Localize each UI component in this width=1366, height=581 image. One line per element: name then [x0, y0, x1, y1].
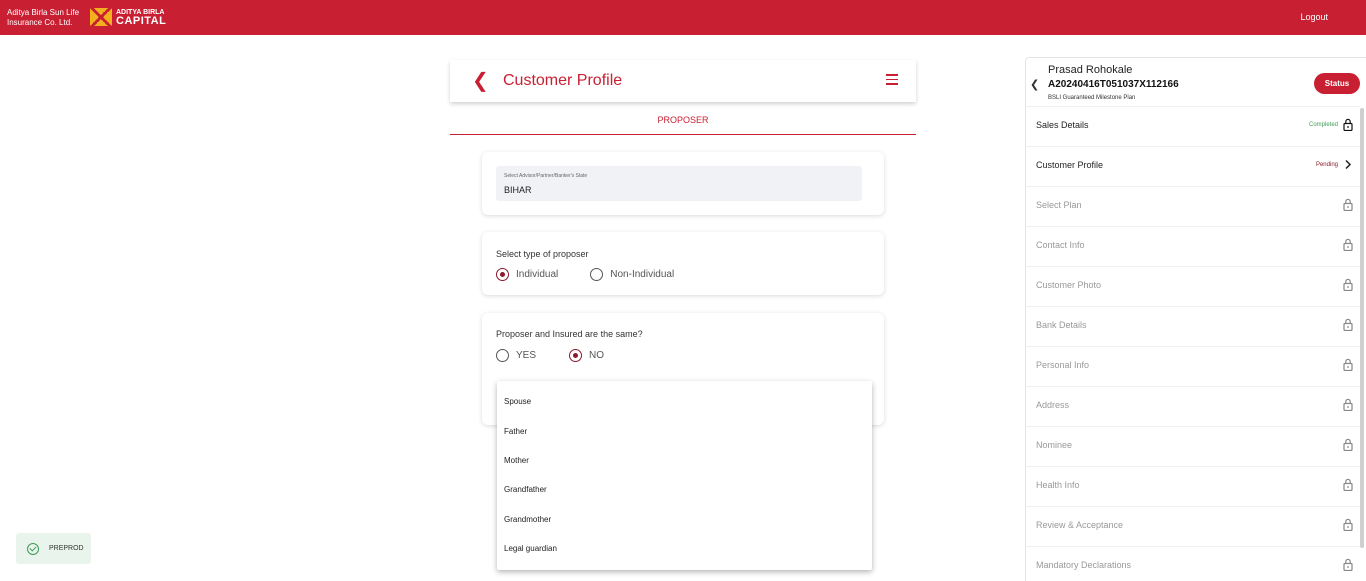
relationship-dropdown: Spouse Father Mother Grandfather Grandmo…: [497, 381, 872, 570]
radio-individual-label: Individual: [516, 269, 559, 280]
step-mandatory-declarations: Mandatory Declarations: [1026, 546, 1360, 581]
state-card: Select Advisor/Partner/Banker's State BI…: [482, 152, 884, 215]
absli-logo: Aditya Birla Sun Life Insurance Co. Ltd.: [7, 8, 87, 28]
aditya-birla-capital-logo: ADITYA BIRLA CAPITAL: [90, 8, 167, 27]
radio-selected-icon: [569, 349, 583, 362]
plan-name: BSLI Guaranteed Milestone Plan: [1048, 95, 1136, 101]
lock-icon: [1343, 118, 1353, 132]
step-bank-details: Bank Details: [1026, 306, 1360, 346]
same-insured-question: Proposer and Insured are the same?: [496, 329, 643, 339]
advisor-state-select[interactable]: Select Advisor/Partner/Banker's State BI…: [496, 166, 862, 201]
step-label: Sales Details: [1036, 120, 1089, 130]
dropdown-option-mother[interactable]: Mother: [504, 456, 529, 465]
dropdown-option-legal-guardian[interactable]: Legal guardian: [504, 544, 557, 553]
step-health-info: Health Info: [1026, 466, 1360, 506]
step-review-acceptance: Review & Acceptance: [1026, 506, 1360, 546]
step-label: Customer Photo: [1036, 280, 1102, 290]
step-label: Address: [1036, 400, 1070, 410]
step-label: Contact Info: [1036, 240, 1085, 250]
proposer-type-question: Select type of proposer: [496, 249, 589, 259]
dropdown-option-grandfather[interactable]: Grandfather: [504, 485, 547, 494]
lock-icon: [1343, 278, 1353, 292]
step-label: Customer Profile: [1036, 160, 1104, 170]
lock-icon: [1343, 398, 1353, 412]
top-bar: Aditya Birla Sun Life Insurance Co. Ltd.…: [0, 0, 1366, 35]
step-personal-info: Personal Info: [1026, 346, 1360, 386]
radio-non-individual[interactable]: Non-Individual: [590, 268, 674, 281]
lock-icon: [1343, 478, 1353, 492]
radio-selected-icon: [496, 268, 509, 281]
proposer-type-card: Select type of proposer Individual Non-I…: [482, 232, 884, 295]
lock-icon: [1343, 198, 1353, 212]
step-select-plan: Select Plan: [1026, 186, 1360, 226]
step-status: Pending: [1315, 162, 1338, 168]
sun-logo-icon: [90, 8, 112, 26]
radio-no-label: NO: [589, 350, 605, 361]
env-badge-label: PREPROD: [49, 545, 84, 552]
scrollbar[interactable]: [1360, 108, 1364, 548]
radio-yes[interactable]: YES: [496, 349, 536, 362]
step-customer-profile[interactable]: Customer Profile Pending: [1026, 146, 1360, 186]
step-sales-details[interactable]: Sales Details Completed: [1026, 106, 1360, 146]
page-title: Customer Profile: [503, 72, 623, 89]
customer-name: Prasad Rohokale: [1048, 64, 1133, 76]
page-header: ❮ Customer Profile: [450, 60, 916, 102]
hamburger-menu-icon[interactable]: [886, 74, 898, 85]
radio-no[interactable]: NO: [569, 349, 604, 362]
step-label: Bank Details: [1036, 320, 1087, 330]
radio-individual[interactable]: Individual: [496, 268, 558, 281]
step-label: Select Plan: [1036, 200, 1082, 210]
step-label: Review & Acceptance: [1036, 520, 1124, 530]
step-label: Personal Info: [1036, 360, 1090, 370]
dropdown-option-grandmother[interactable]: Grandmother: [504, 515, 551, 524]
capital-line-2: CAPITAL: [116, 15, 167, 27]
brand-line-2: Insurance Co. Ltd.: [7, 18, 73, 27]
step-contact-info: Contact Info: [1026, 226, 1360, 266]
lock-icon: [1343, 238, 1353, 252]
application-header: ❮ Prasad Rohokale A20240416T051037X11216…: [1026, 58, 1366, 105]
lock-icon: [1343, 518, 1353, 532]
application-id: A20240416T051037X112166: [1048, 79, 1179, 90]
dropdown-option-father[interactable]: Father: [504, 427, 527, 436]
status-button[interactable]: Status: [1314, 73, 1360, 94]
radio-yes-label: YES: [516, 350, 537, 361]
step-customer-photo: Customer Photo: [1026, 266, 1360, 306]
step-label: Mandatory Declarations: [1036, 560, 1132, 570]
advisor-state-label: Select Advisor/Partner/Banker's State: [504, 173, 588, 179]
lock-icon: [1343, 358, 1353, 372]
logout-button[interactable]: Logout: [1300, 12, 1328, 22]
lock-icon: [1343, 318, 1353, 332]
step-label: Nominee: [1036, 440, 1073, 450]
step-address: Address: [1026, 386, 1360, 426]
dropdown-option-spouse[interactable]: Spouse: [504, 397, 531, 406]
step-status: Completed: [1308, 122, 1338, 128]
step-nominee: Nominee: [1026, 426, 1360, 466]
back-arrow-icon[interactable]: ❮: [472, 71, 489, 91]
radio-unselected-icon: [496, 349, 509, 362]
panel-back-chevron-icon[interactable]: ❮: [1030, 78, 1039, 91]
lock-icon: [1343, 558, 1353, 572]
chevron-right-icon: [1343, 158, 1353, 171]
env-badge: PREPROD: [16, 533, 91, 564]
check-circle-icon: [27, 542, 39, 555]
radio-unselected-icon: [590, 268, 604, 281]
application-side-panel: ❮ Prasad Rohokale A20240416T051037X11216…: [1025, 57, 1366, 581]
radio-non-individual-label: Non-Individual: [610, 269, 675, 280]
brand-line-1: Aditya Birla Sun Life: [7, 8, 80, 17]
advisor-state-value: BIHAR: [504, 185, 532, 195]
lock-icon: [1343, 438, 1353, 452]
tab-proposer[interactable]: PROPOSER: [450, 110, 916, 135]
step-label: Health Info: [1036, 480, 1080, 490]
